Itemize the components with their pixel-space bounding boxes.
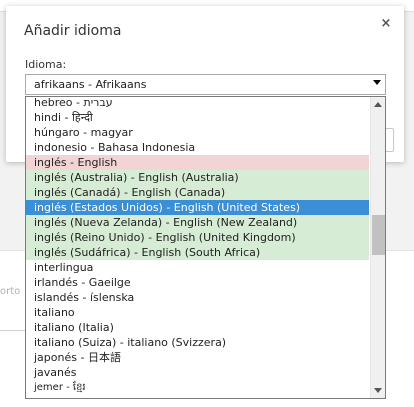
scrollbar-thumb[interactable] bbox=[372, 215, 385, 255]
scroll-down-icon[interactable] bbox=[371, 383, 385, 398]
language-option[interactable]: húngaro - magyar bbox=[26, 125, 369, 140]
language-option[interactable]: jemer - ខ្មែរ bbox=[26, 380, 369, 395]
language-option[interactable]: hebreo - עברית bbox=[26, 97, 369, 110]
close-icon[interactable]: × bbox=[378, 16, 394, 32]
background-partial-text: orto bbox=[0, 286, 21, 297]
dropdown-scrollbar[interactable] bbox=[370, 97, 385, 398]
language-option[interactable]: indonesio - Bahasa Indonesia bbox=[26, 140, 369, 155]
language-option[interactable]: javanés bbox=[26, 365, 369, 380]
language-option[interactable]: inglés (Nueva Zelanda) - English (New Ze… bbox=[26, 215, 369, 230]
language-option[interactable]: italiano (Suiza) - italiano (Svizzera) bbox=[26, 335, 369, 350]
language-option[interactable]: inglés (Sudáfrica) - English (South Afri… bbox=[26, 245, 369, 260]
language-option[interactable]: inglés (Australia) - English (Australia) bbox=[26, 170, 369, 185]
scroll-up-icon[interactable] bbox=[371, 97, 385, 112]
language-dropdown-list[interactable]: hebreo - עברית hindi - हिन्दी húngaro - ma… bbox=[25, 96, 386, 399]
dialog-title: Añadir idioma bbox=[24, 23, 122, 39]
language-option-selected[interactable]: inglés (Estados Unidos) - English (Unite… bbox=[26, 200, 369, 215]
language-option[interactable]: irlandés - Gaeilge bbox=[26, 275, 369, 290]
language-field-label: Idioma: bbox=[25, 58, 67, 71]
language-option[interactable]: interlingua bbox=[26, 260, 369, 275]
language-option[interactable]: inglés (Canadá) - English (Canada) bbox=[26, 185, 369, 200]
language-option[interactable]: italiano (Italia) bbox=[26, 320, 369, 335]
language-select-value: afrikaans - Afrikaans bbox=[34, 78, 147, 91]
language-option[interactable]: inglés - English bbox=[26, 155, 369, 170]
language-option[interactable]: islandés - íslenska bbox=[26, 290, 369, 305]
language-option[interactable]: italiano bbox=[26, 305, 369, 320]
background-divider bbox=[0, 330, 26, 331]
language-option[interactable]: japonés - 日本語 bbox=[26, 350, 369, 365]
chevron-down-icon bbox=[373, 80, 381, 85]
language-option[interactable]: inglés (Reino Unido) - English (United K… bbox=[26, 230, 369, 245]
language-select[interactable]: afrikaans - Afrikaans bbox=[25, 74, 386, 95]
language-option[interactable]: hindi - हिन्दी bbox=[26, 110, 369, 125]
